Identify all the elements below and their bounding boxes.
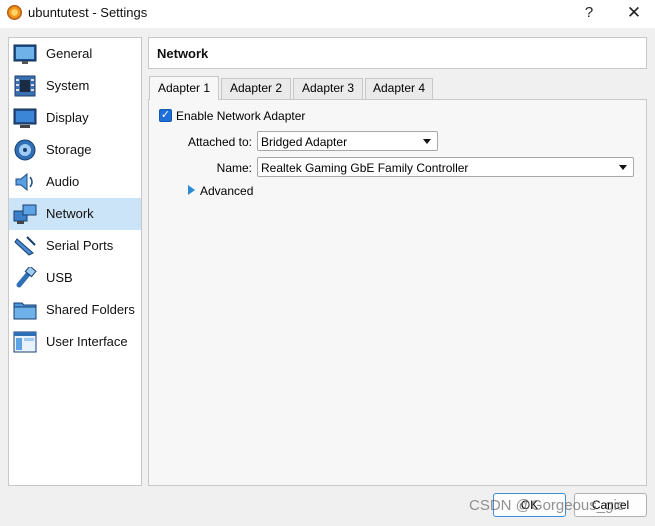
sidebar-item-general[interactable]: General <box>9 38 141 70</box>
shared-folders-icon <box>13 299 37 321</box>
system-icon <box>13 75 37 97</box>
sidebar-item-label: User Interface <box>46 334 128 349</box>
sidebar-item-serial-ports[interactable]: Serial Ports <box>9 230 141 262</box>
network-icon <box>13 203 37 225</box>
window-title: ubuntutest - Settings <box>28 5 148 20</box>
help-button[interactable]: ? <box>577 3 601 23</box>
sidebar-item-label: System <box>46 78 90 93</box>
chevron-down-icon <box>423 139 431 144</box>
general-icon <box>13 43 37 65</box>
sidebar-item-shared-folders[interactable]: Shared Folders <box>9 294 141 326</box>
page-title: Network <box>157 46 209 61</box>
sidebar-item-usb[interactable]: USB <box>9 262 141 294</box>
user-interface-icon <box>13 331 37 353</box>
sidebar-item-label: Display <box>46 110 89 125</box>
adapter-name-select[interactable]: Realtek Gaming GbE Family Controller <box>257 157 634 177</box>
sidebar-item-system[interactable]: System <box>9 70 141 102</box>
name-label: Name: <box>216 161 252 175</box>
sidebar-item-label: Storage <box>46 142 92 157</box>
attached-to-value: Bridged Adapter <box>261 135 348 149</box>
sidebar-item-label: Shared Folders <box>46 302 135 317</box>
display-icon <box>13 107 37 129</box>
sidebar-item-display[interactable]: Display <box>9 102 141 134</box>
serial-ports-icon <box>13 235 37 257</box>
sidebar-item-label: USB <box>46 270 73 285</box>
sidebar-item-audio[interactable]: Audio <box>9 166 141 198</box>
enable-network-adapter-label[interactable]: Enable Network Adapter <box>176 109 305 123</box>
sidebar-item-label: Network <box>46 206 94 221</box>
expand-arrow-icon[interactable] <box>188 185 195 195</box>
tab-adapter-2[interactable]: Adapter 2 <box>221 78 291 99</box>
sidebar-item-network[interactable]: Network <box>9 198 141 230</box>
title-bar: ubuntutest - Settings ? ✕ <box>0 0 655 28</box>
virtualbox-app-icon <box>7 5 22 20</box>
section-header: Network <box>148 37 647 69</box>
sidebar-item-storage[interactable]: Storage <box>9 134 141 166</box>
tab-adapter-1[interactable]: Adapter 1 <box>149 76 219 100</box>
settings-sidebar: General System Display Storage Audio Net… <box>8 37 142 486</box>
attached-to-label: Attached to: <box>187 135 252 149</box>
adapter-name-value: Realtek Gaming GbE Family Controller <box>261 161 469 175</box>
watermark: CSDN @Gorgeous_gic <box>469 497 625 514</box>
tab-adapter-4[interactable]: Adapter 4 <box>365 78 433 99</box>
usb-icon <box>13 265 37 289</box>
sidebar-item-label: Audio <box>46 174 80 189</box>
tab-adapter-3[interactable]: Adapter 3 <box>293 78 363 99</box>
advanced-toggle[interactable]: Advanced <box>200 184 253 198</box>
sidebar-item-label: Serial Ports <box>46 238 114 253</box>
chevron-down-icon <box>619 165 627 170</box>
attached-to-select[interactable]: Bridged Adapter <box>257 131 438 151</box>
sidebar-item-label: General <box>46 46 93 61</box>
sidebar-item-user-interface[interactable]: User Interface <box>9 326 141 358</box>
storage-icon <box>13 139 37 161</box>
close-button[interactable]: ✕ <box>622 3 646 23</box>
audio-icon <box>13 171 37 193</box>
enable-network-adapter-checkbox[interactable]: ✓ <box>159 109 172 122</box>
